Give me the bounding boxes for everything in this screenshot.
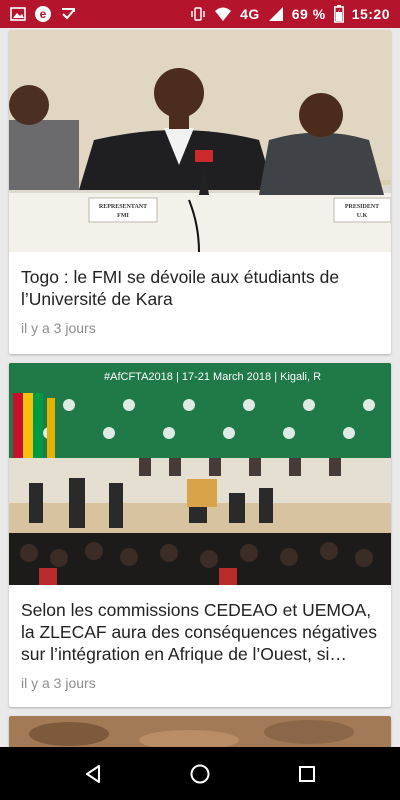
checkmark-app-icon [60, 6, 76, 22]
article-card[interactable] [9, 716, 391, 747]
clock: 15:20 [351, 6, 390, 22]
battery-percent: 69 % [291, 6, 326, 22]
battery-icon [333, 5, 344, 23]
placard-fmi: FMI [117, 213, 129, 219]
placard-representant: REPRESENTANT [99, 204, 147, 210]
article-image[interactable]: #AfCFTA2018 | 17-21 March 2018 | Kigali,… [9, 363, 391, 585]
article-timestamp: il y a 3 jours [21, 675, 96, 691]
article-image[interactable]: REPRESENTANT FMI PRESIDENT U.K [9, 30, 391, 252]
article-timestamp: il y a 3 jours [21, 320, 96, 336]
banner-text: #AfCFTA2018 | 17-21 March 2018 | Kigali,… [104, 371, 321, 383]
article-image[interactable] [9, 716, 391, 747]
back-button[interactable] [73, 754, 113, 794]
signal-icon [268, 6, 284, 22]
home-button[interactable] [180, 754, 220, 794]
status-bar-left: e [10, 5, 76, 23]
recents-button[interactable] [287, 754, 327, 794]
article-card[interactable]: REPRESENTANT FMI PRESIDENT U.K Togo : le… [9, 30, 391, 354]
article-title[interactable]: Togo : le FMI se dévoile aux étudiants d… [9, 252, 391, 310]
vibrate-icon [190, 6, 206, 22]
article-title[interactable]: Selon les commissions CEDEAO et UEMOA, l… [9, 585, 391, 665]
status-bar-right: 4G 69 % 15:20 [190, 5, 390, 23]
image-icon [10, 6, 26, 22]
status-bar: e 4G 69 % 15:20 [0, 0, 400, 28]
back-icon [86, 764, 101, 783]
recents-icon [298, 765, 315, 782]
placard-president: PRESIDENT [345, 204, 379, 210]
network-type: 4G [240, 6, 260, 22]
home-icon [190, 764, 210, 783]
article-card[interactable]: #AfCFTA2018 | 17-21 March 2018 | Kigali,… [9, 363, 391, 707]
e-app-icon: e [34, 5, 52, 23]
news-feed[interactable]: REPRESENTANT FMI PRESIDENT U.K Togo : le… [0, 28, 400, 747]
placard-uk: U.K [357, 213, 368, 219]
wifi-icon [214, 6, 232, 22]
navigation-bar [0, 747, 400, 800]
svg-text:e: e [40, 7, 47, 21]
